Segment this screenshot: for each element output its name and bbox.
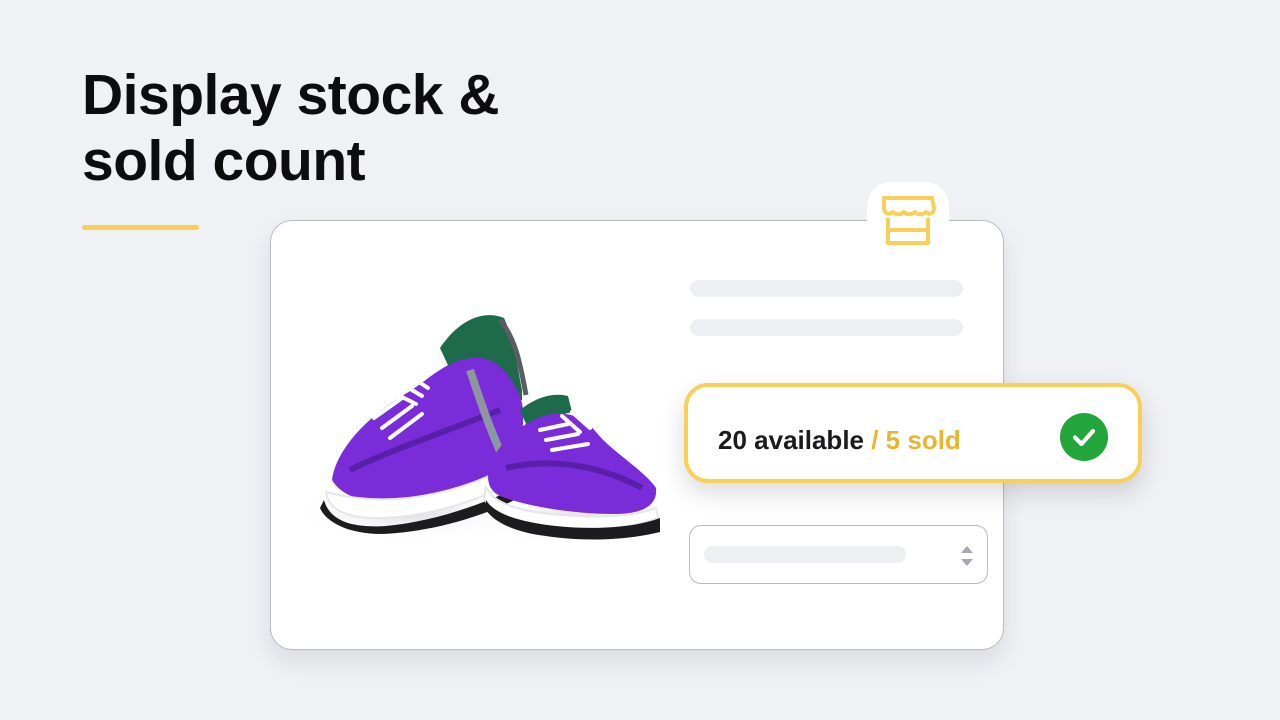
sold-count: 5 sold <box>885 425 961 455</box>
storefront-icon <box>882 196 936 245</box>
store-badge <box>867 182 949 260</box>
available-count: 20 available <box>718 425 864 455</box>
headline: Display stock & sold count <box>82 62 602 194</box>
description-placeholder-bar <box>690 319 963 336</box>
select-value-placeholder <box>704 546 906 563</box>
count-separator: / <box>864 425 886 455</box>
headline-line-1: Display stock & <box>82 63 500 127</box>
stock-text: 20 available / 5 sold <box>718 425 961 455</box>
product-image <box>290 300 670 570</box>
sort-arrows-icon <box>961 546 973 566</box>
headline-accent-underline <box>82 225 199 230</box>
title-placeholder-bar <box>690 280 963 297</box>
headline-line-2: sold count <box>82 129 366 193</box>
stock-sold-counter: 20 available / 5 sold <box>684 383 1142 483</box>
variant-select[interactable] <box>689 525 988 584</box>
check-circle-icon <box>1060 413 1108 461</box>
